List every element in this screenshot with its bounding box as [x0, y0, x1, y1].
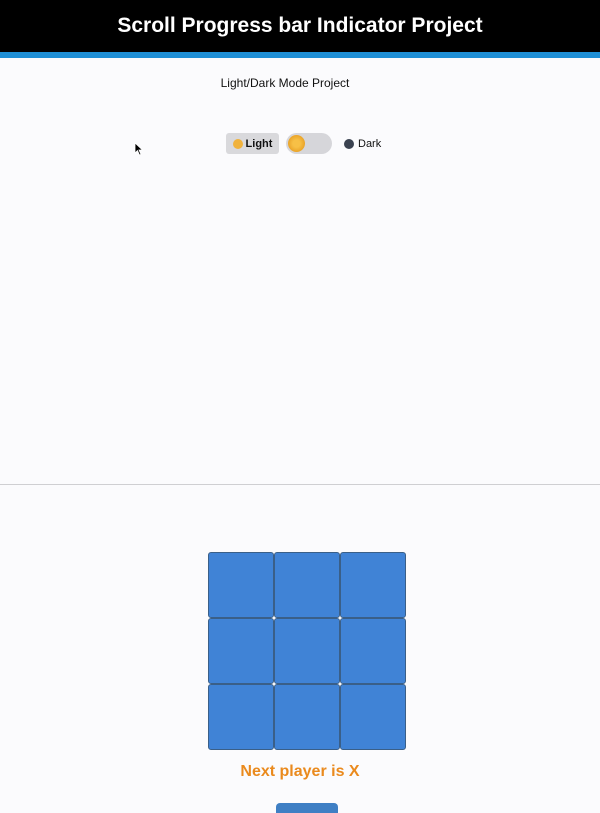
theme-section-title: Light/Dark Mode Project	[220, 76, 350, 90]
sun-icon	[232, 138, 243, 149]
page-header: Scroll Progress bar Indicator Project	[0, 0, 600, 52]
section-divider	[0, 484, 600, 485]
board-cell[interactable]	[340, 552, 406, 618]
moon-icon	[344, 138, 354, 149]
board-cell[interactable]	[274, 552, 340, 618]
light-mode-option[interactable]: Light	[226, 133, 279, 154]
mouse-cursor-icon	[134, 142, 144, 156]
board-cell[interactable]	[274, 618, 340, 684]
board-cell[interactable]	[208, 684, 274, 750]
light-label: Light	[245, 137, 273, 150]
game-status: Next player is X	[240, 763, 360, 780]
switch-knob-sun-icon[interactable]	[288, 135, 305, 152]
dark-mode-option[interactable]: Dark	[344, 133, 381, 154]
scroll-progress-track	[0, 52, 600, 58]
scroll-progress-fill	[0, 52, 600, 58]
page-title: Scroll Progress bar Indicator Project	[117, 14, 483, 37]
reset-button[interactable]	[276, 803, 338, 813]
board-cell[interactable]	[340, 684, 406, 750]
board-cell[interactable]	[340, 618, 406, 684]
dark-label: Dark	[358, 137, 382, 150]
board-cell[interactable]	[208, 618, 274, 684]
board-cell[interactable]	[208, 552, 274, 618]
tic-tac-toe-board	[208, 552, 406, 750]
board-cell[interactable]	[274, 684, 340, 750]
theme-switch[interactable]	[286, 133, 332, 154]
